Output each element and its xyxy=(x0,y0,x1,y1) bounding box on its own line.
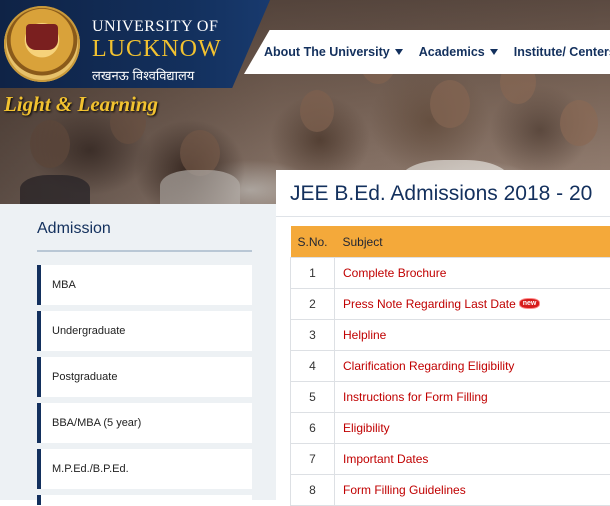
sidebar-item-undergraduate[interactable]: Undergraduate xyxy=(37,311,252,351)
logo-university-of: UNIVERSITY OF xyxy=(92,18,218,36)
link-form-guidelines[interactable]: Form Filling Guidelines xyxy=(343,483,466,497)
sidebar-title: Admission xyxy=(37,220,111,238)
row-sno: 8 xyxy=(291,475,335,506)
row-sno: 3 xyxy=(291,320,335,351)
row-sno: 6 xyxy=(291,413,335,444)
table-row: 2 Press Note Regarding Last Date new xyxy=(291,289,610,320)
row-sno: 7 xyxy=(291,444,335,475)
sidebar-item-bba-mba[interactable]: BBA/MBA (5 year) xyxy=(37,403,252,443)
nav-about-university[interactable]: About The University xyxy=(264,45,403,59)
table-row: 7 Important Dates xyxy=(291,444,610,475)
nav-label: Academics xyxy=(419,45,485,59)
nav-academics[interactable]: Academics xyxy=(419,45,498,59)
link-press-note[interactable]: Press Note Regarding Last Date xyxy=(343,297,516,311)
tagline: Light & Learning xyxy=(4,92,158,117)
sidebar-item-label: Undergraduate xyxy=(52,325,125,337)
table-row: 3 Helpline xyxy=(291,320,610,351)
table-row: 4 Clarification Regarding Eligibility xyxy=(291,351,610,382)
link-form-instructions[interactable]: Instructions for Form Filling xyxy=(343,390,488,404)
link-eligibility[interactable]: Eligibility xyxy=(343,421,390,435)
caret-down-icon xyxy=(395,49,403,55)
table-row: 1 Complete Brochure xyxy=(291,258,610,289)
logo-lucknow: LUCKNOW xyxy=(92,36,222,63)
nav-label: About The University xyxy=(264,45,390,59)
sidebar-item-label: MBA xyxy=(52,279,76,291)
row-sno: 4 xyxy=(291,351,335,382)
sidebar-item-partial[interactable] xyxy=(37,495,252,505)
sidebar-item-mba[interactable]: MBA xyxy=(37,265,252,305)
table-row: 5 Instructions for Form Filling xyxy=(291,382,610,413)
university-seal-icon xyxy=(4,6,80,82)
link-important-dates[interactable]: Important Dates xyxy=(343,452,428,466)
column-header-subject: Subject xyxy=(335,226,610,258)
link-complete-brochure[interactable]: Complete Brochure xyxy=(343,266,446,280)
admissions-table: S.No. Subject 1 Complete Brochure 2 Pres… xyxy=(290,226,610,506)
link-helpline[interactable]: Helpline xyxy=(343,328,386,342)
table-row: 6 Eligibility xyxy=(291,413,610,444)
title-divider xyxy=(276,216,610,217)
sidebar-item-label: Postgraduate xyxy=(52,371,117,383)
table-header-row: S.No. Subject xyxy=(291,226,610,258)
row-sno: 5 xyxy=(291,382,335,413)
sidebar-item-postgraduate[interactable]: Postgraduate xyxy=(37,357,252,397)
logo-hindi-name: लखनऊ विश्वविद्यालय xyxy=(92,66,194,84)
row-sno: 1 xyxy=(291,258,335,289)
page-title: JEE B.Ed. Admissions 2018 - 20 xyxy=(290,182,592,206)
nav-label: Institute/ Centers xyxy=(514,45,610,59)
sidebar-title-divider xyxy=(37,250,252,252)
main-content: JEE B.Ed. Admissions 2018 - 20 S.No. Sub… xyxy=(276,170,610,500)
row-sno: 2 xyxy=(291,289,335,320)
university-logo-block[interactable]: UNIVERSITY OF LUCKNOW लखनऊ विश्वविद्यालय xyxy=(0,0,270,88)
nav-institute-centers[interactable]: Institute/ Centers xyxy=(514,45,610,59)
caret-down-icon xyxy=(490,49,498,55)
new-badge-icon: new xyxy=(520,299,540,308)
sidebar-item-label: BBA/MBA (5 year) xyxy=(52,417,141,429)
sidebar-item-mped-bped[interactable]: M.P.Ed./B.P.Ed. xyxy=(37,449,252,489)
column-header-sno: S.No. xyxy=(291,226,335,258)
sidebar-item-label: M.P.Ed./B.P.Ed. xyxy=(52,463,129,475)
main-nav: About The University Academics Institute… xyxy=(244,30,610,74)
sidebar: Admission MBA Undergraduate Postgraduate… xyxy=(0,204,276,500)
link-clarification-eligibility[interactable]: Clarification Regarding Eligibility xyxy=(343,359,514,373)
table-row: 8 Form Filling Guidelines xyxy=(291,475,610,506)
